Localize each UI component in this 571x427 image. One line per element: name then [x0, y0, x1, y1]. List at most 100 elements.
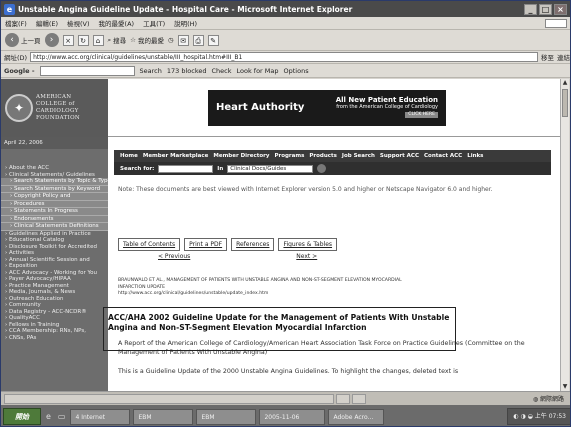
history-icon: ◷ — [167, 36, 174, 44]
edit-icon: ✎ — [207, 34, 219, 46]
status-bar: ◍ 網際網路 — [1, 391, 570, 405]
maximize-button[interactable]: □ — [539, 3, 552, 15]
links-button[interactable]: 連結 — [557, 52, 570, 62]
nav-contact-acc[interactable]: Contact ACC — [424, 153, 462, 159]
home-button[interactable]: ⌂ — [92, 34, 104, 46]
star-icon: ☆ — [130, 36, 136, 44]
print-button[interactable]: ⎙ — [192, 34, 204, 46]
scroll-down-icon[interactable]: ▼ — [561, 383, 569, 391]
sidebar-item[interactable]: Search Statements by Topic & Type — [1, 178, 108, 186]
search-go-icon[interactable] — [317, 164, 327, 173]
taskbar: 開始 e ▭ 4 Internet EBM EBM 2005-11-06 Ado… — [1, 405, 570, 426]
edit-button[interactable]: ✎ — [207, 34, 219, 46]
pager: < Previous Next > — [118, 253, 562, 260]
scroll-up-icon[interactable]: ▲ — [561, 79, 569, 87]
acc-foundation-logo[interactable]: ✦ AMERICAN COLLEGE of CARDIOLOGY FOUNDAT… — [1, 79, 108, 137]
close-button[interactable]: × — [554, 3, 567, 15]
google-search-input[interactable] — [39, 65, 135, 76]
back-button[interactable]: ‹ 上一頁 — [5, 33, 41, 47]
left-sidebar: April 22, 2006 About the ACCClinical Sta… — [1, 137, 108, 391]
nav-member-directory[interactable]: Member Directory — [213, 153, 269, 159]
google-search-button[interactable]: Search — [140, 67, 162, 75]
refresh-icon: ↻ — [77, 34, 89, 46]
google-toolbar: Google - Search 173 blocked Check Look f… — [1, 64, 570, 78]
tab-print-pdf[interactable]: Print a PDF — [184, 238, 228, 251]
vertical-scrollbar[interactable]: ▲ ▼ — [560, 79, 569, 391]
task-adobe-acrobat[interactable]: Adobe Acro... — [328, 408, 385, 425]
main-column: Home Member Marketplace Member Directory Pr… — [108, 137, 562, 391]
search-scope-select[interactable]: Clinical Docs/Guides — [227, 164, 314, 173]
nav-programs[interactable]: Programs — [274, 153, 304, 159]
spell-check-button[interactable]: Check — [212, 67, 232, 75]
menu-favorites[interactable]: 我的最愛(A) — [99, 18, 135, 28]
site-search-input[interactable] — [158, 164, 214, 173]
look-for-map-button[interactable]: Look for Map — [237, 67, 279, 75]
site-search-bar: Search for: In Clinical Docs/Guides — [114, 162, 551, 175]
sidebar-item[interactable]: Copyright Policy and — [1, 193, 108, 201]
home-icon: ⌂ — [92, 34, 104, 46]
heart-authority-ad[interactable]: Heart Authority All New Patient Educatio… — [208, 89, 446, 126]
search-button[interactable]: ⌕ 搜尋 — [108, 35, 127, 46]
ad-cta-button[interactable]: CLICK HERE — [405, 111, 438, 119]
stop-icon: × — [62, 34, 74, 46]
org-name-line: COLLEGE of — [36, 100, 75, 107]
menu-help[interactable]: 說明(H) — [174, 18, 197, 28]
quick-launch-ie-icon[interactable]: e — [46, 412, 51, 421]
forward-arrow-icon: › — [44, 33, 59, 47]
menu-view[interactable]: 檢視(V) — [67, 18, 90, 28]
nav-home[interactable]: Home — [120, 153, 138, 159]
task-date-folder[interactable]: 2005-11-06 — [259, 408, 326, 425]
print-icon: ⎙ — [192, 34, 204, 46]
sidebar-item[interactable]: Statements In Progress — [1, 208, 108, 216]
scroll-thumb[interactable] — [562, 89, 568, 117]
headline-highlight-box: ACC/AHA 2002 Guideline Update for the Ma… — [103, 307, 456, 351]
previous-link[interactable]: < Previous — [158, 253, 190, 260]
nav-support-acc[interactable]: Support ACC — [380, 153, 419, 159]
refresh-button[interactable]: ↻ — [77, 34, 89, 46]
address-input[interactable]: http://www.acc.org/clinical/guidelines/u… — [30, 52, 538, 62]
search-in-label: In — [217, 165, 224, 172]
tab-table-of-contents[interactable]: Table of Contents — [118, 238, 181, 251]
popup-blocked-button[interactable]: 173 blocked — [167, 67, 207, 75]
sidebar-item[interactable]: Procedures — [1, 200, 108, 208]
quick-launch-desktop-icon[interactable]: ▭ — [58, 412, 66, 421]
forward-button[interactable]: › — [44, 33, 59, 47]
guideline-paragraph: This is a Guideline Update of the 2000 U… — [118, 367, 459, 375]
next-link[interactable]: Next > — [296, 253, 317, 260]
browser-window: e Unstable Angina Guideline Update - Hos… — [0, 0, 571, 427]
nav-job-search[interactable]: Job Search — [342, 153, 375, 159]
tab-figures-tables[interactable]: Figures & Tables — [278, 238, 338, 251]
google-logo[interactable]: Google - — [4, 67, 35, 75]
nav-member-marketplace[interactable]: Member Marketplace — [143, 153, 209, 159]
start-button[interactable]: 開始 — [3, 408, 41, 425]
sidebar-item[interactable]: Clinical Statements Definitions — [1, 223, 108, 231]
menu-file[interactable]: 檔案(F) — [5, 18, 27, 28]
minimize-button[interactable]: _ — [524, 3, 537, 15]
task-ebm-2[interactable]: EBM — [196, 408, 257, 425]
nav-products[interactable]: Products — [309, 153, 337, 159]
citation-url[interactable]: http://www.acc.org/clinical/guidelines/u… — [118, 291, 518, 298]
go-button[interactable]: 移至 — [541, 52, 554, 62]
globe-icon: ◍ — [532, 396, 540, 403]
ie-icon: e — [4, 3, 15, 15]
mail-button[interactable]: ✉ — [177, 34, 189, 46]
sidebar-item[interactable]: CNSs, PAs — [1, 335, 108, 342]
nav-links[interactable]: Links — [467, 153, 483, 159]
sidebar-item[interactable]: Search Statements by Keyword — [1, 185, 108, 193]
menu-edit[interactable]: 編輯(E) — [36, 18, 58, 28]
stop-button[interactable]: × — [62, 34, 74, 46]
site-banner: ✦ AMERICAN COLLEGE of CARDIOLOGY FOUNDAT… — [1, 79, 562, 137]
status-text — [4, 393, 334, 404]
title-bar: e Unstable Angina Guideline Update - Hos… — [1, 1, 570, 17]
google-options-button[interactable]: Options — [284, 67, 309, 75]
history-button[interactable]: ◷ — [168, 36, 174, 44]
ad-title: All New Patient Education — [335, 95, 438, 104]
top-nav: Home Member Marketplace Member Directory Pr… — [114, 150, 551, 162]
menu-tools[interactable]: 工具(T) — [143, 18, 165, 28]
tab-references[interactable]: References — [231, 238, 275, 251]
task-internet[interactable]: 4 Internet — [70, 408, 131, 425]
task-ebm-1[interactable]: EBM — [133, 408, 194, 425]
tray-icons[interactable]: ◐ ◑ ◒ — [513, 413, 534, 420]
favorites-button[interactable]: ☆ 我的最愛 — [130, 35, 164, 45]
sidebar-item[interactable]: Endorsements — [1, 215, 108, 223]
